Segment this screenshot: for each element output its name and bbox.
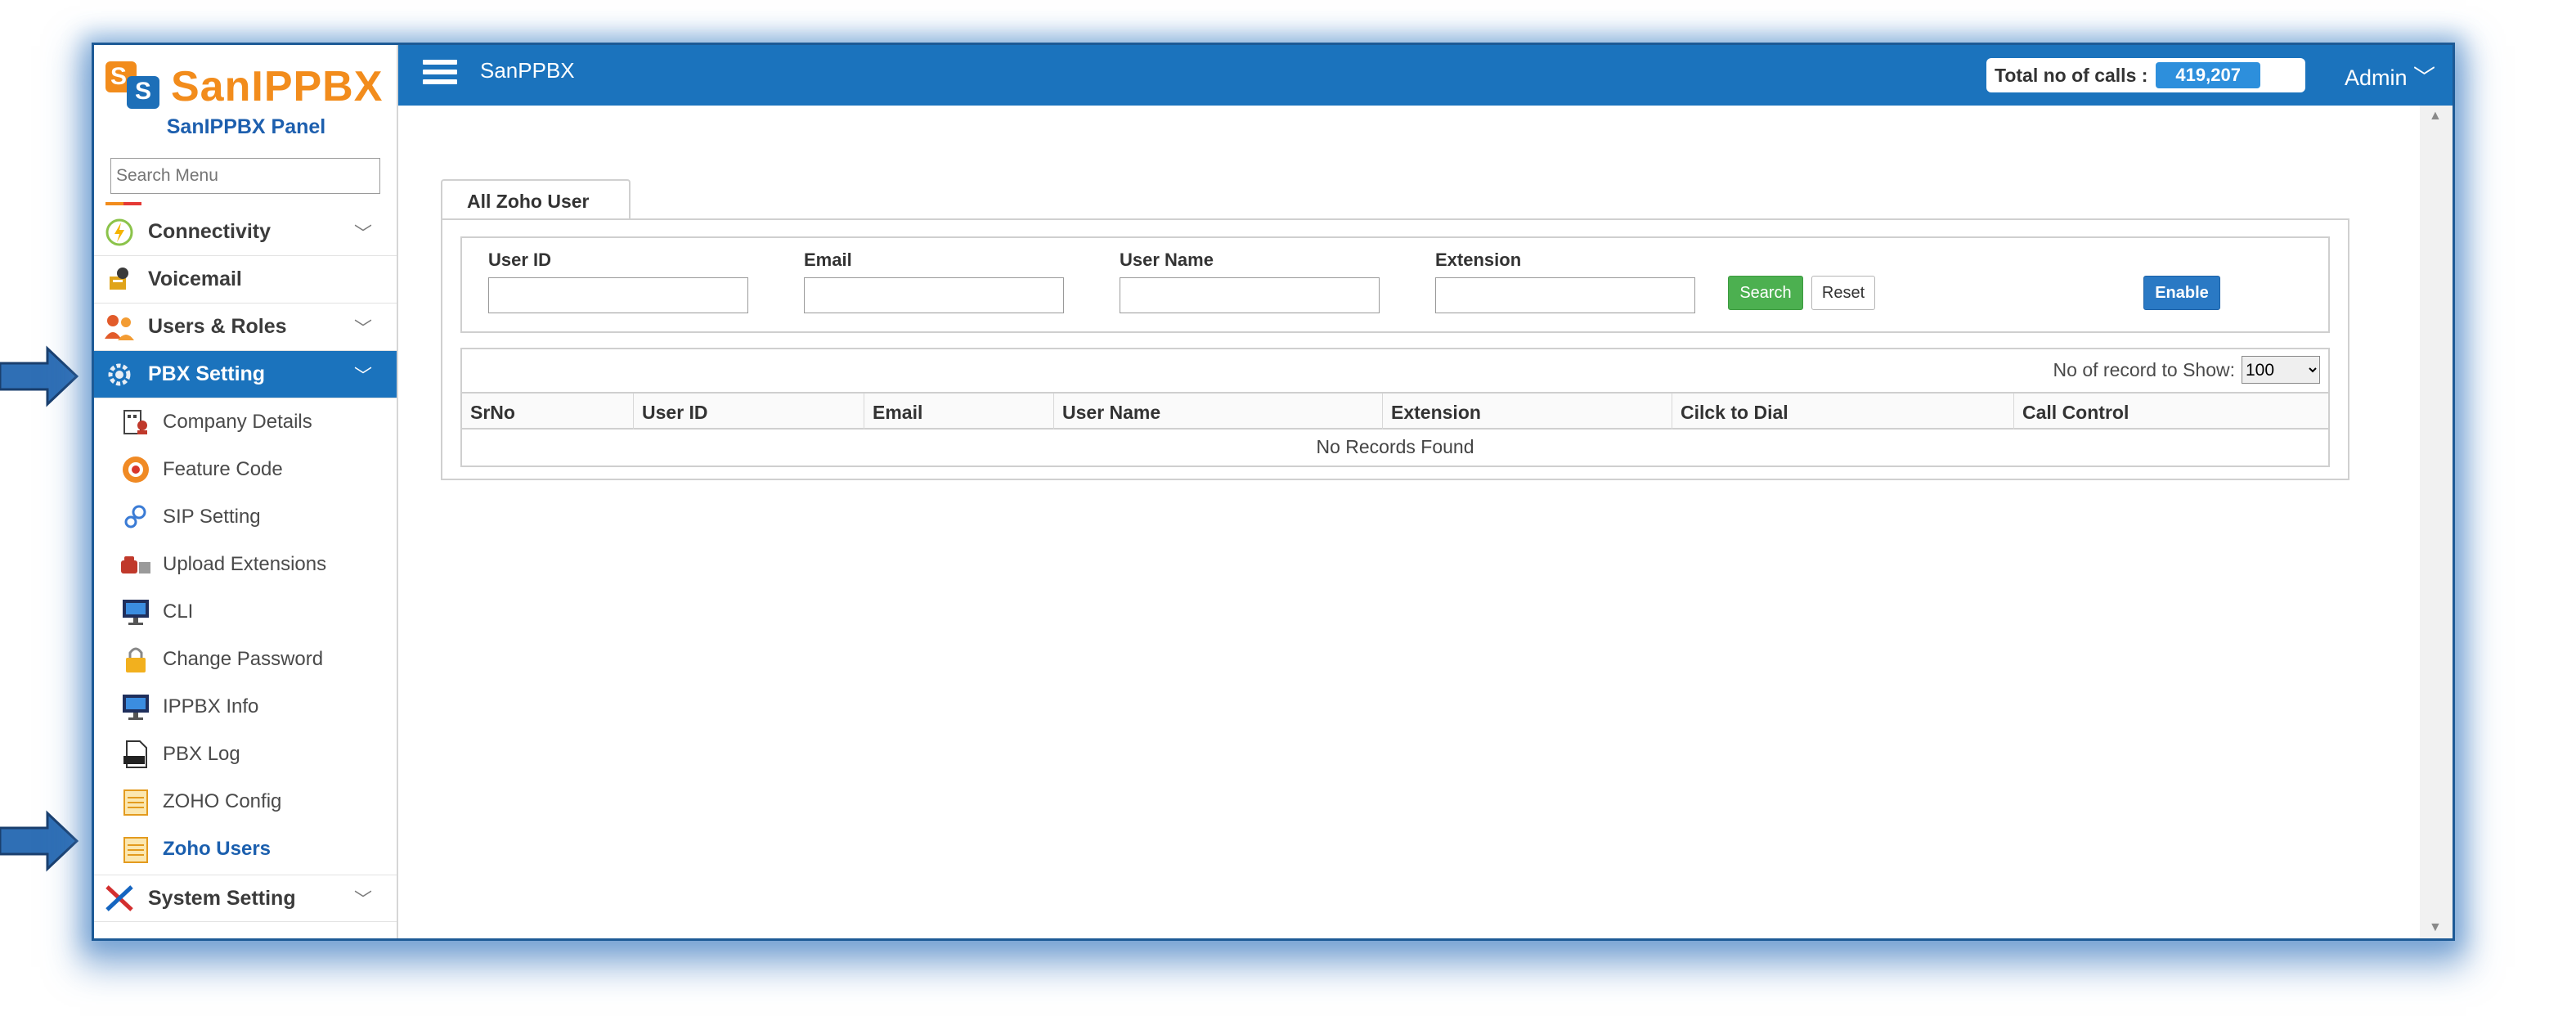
sidebar-item-connectivity[interactable]: Connectivity ﹀ (94, 209, 397, 256)
logo[interactable]: SS SanIPPBX (105, 56, 383, 117)
main-content: All Zoho User User ID Email User Name Ex… (398, 106, 2423, 938)
records-per-page: No of record to Show: 100 (2053, 356, 2320, 384)
top-bar: SanPPBX Total no of calls : 419,207 Admi… (398, 45, 2453, 106)
sidebar-item-label: Users & Roles (148, 315, 287, 338)
sidebar-subitem-sip-setting[interactable]: SIP Setting (94, 493, 397, 541)
search-menu-input[interactable] (110, 158, 380, 194)
sidebar-subitem-label: ZOHO Config (163, 790, 282, 812)
table-header: SrNo User ID Email User Name Extension C… (462, 392, 2328, 430)
company-icon (119, 406, 153, 439)
sidebar-subitem-company-details[interactable]: Company Details (94, 398, 397, 446)
annotation-arrow-icon (0, 345, 79, 407)
notepad-icon (119, 785, 153, 818)
chevron-down-icon: ﹀ (353, 365, 372, 386)
total-calls-label: Total no of calls : (1995, 64, 2148, 86)
chevron-down-icon: ﹀ (353, 223, 372, 244)
column-header[interactable]: User Name (1054, 394, 1383, 430)
sidebar-item-voicemail[interactable]: Voicemail (94, 256, 397, 304)
scroll-up-icon[interactable]: ▲ (2429, 109, 2442, 124)
email-input[interactable] (804, 277, 1064, 313)
notepad-icon (119, 833, 153, 866)
sidebar-item-label: System Setting (148, 886, 296, 910)
user-name-input[interactable] (1120, 277, 1380, 313)
sidebar-subitem-upload-extensions[interactable]: Upload Extensions (94, 541, 397, 588)
app-title: SanPPBX (480, 58, 575, 83)
user-name-label: User Name (1120, 250, 1214, 270)
annotation-arrow-icon (0, 810, 79, 872)
sidebar-subitem-zoho-users[interactable]: Zoho Users (94, 825, 397, 873)
logo-text: SanIPPBX (171, 63, 384, 110)
search-button[interactable]: Search (1728, 276, 1803, 310)
connectivity-icon (102, 215, 137, 250)
gear-icon (102, 358, 137, 392)
column-header[interactable]: Cilck to Dial (1672, 394, 2014, 430)
sidebar-item-system-setting[interactable]: System Setting ﹀ (94, 875, 397, 922)
users-icon (102, 310, 137, 344)
sidebar-subitem-label: Feature Code (163, 458, 283, 480)
sidebar-subitem-ippbx-info[interactable]: IPPBX Info (94, 683, 397, 731)
sip-settings-icon (119, 501, 153, 533)
user-id-label: User ID (488, 250, 552, 270)
vertical-scrollbar[interactable]: ▲ ▼ (2420, 106, 2453, 938)
column-header[interactable]: Call Control (2014, 394, 2330, 430)
sidebar-subitem-label: Company Details (163, 411, 312, 433)
sidebar-subitem-label: Upload Extensions (163, 553, 327, 575)
total-calls-widget: Total no of calls : 419,207 (1986, 58, 2305, 92)
chevron-down-icon: ﹀ (353, 889, 372, 910)
feature-code-icon (119, 453, 153, 486)
chevron-down-icon: ﹀ (353, 317, 372, 339)
sidebar-subitem-label: SIP Setting (163, 506, 261, 528)
empty-state-message: No Records Found (1316, 436, 1474, 457)
sidebar-subitem-pbx-log[interactable]: PBX Log (94, 731, 397, 778)
voicemail-icon (102, 263, 137, 297)
sidebar-item-label: PBX Setting (148, 362, 266, 385)
hamburger-menu-icon[interactable] (423, 60, 457, 88)
records-select[interactable]: 100 (2242, 356, 2320, 384)
lock-icon (119, 643, 153, 676)
sidebar-item-label: Connectivity (148, 220, 272, 243)
sidebar-subitem-label: Change Password (163, 648, 324, 670)
monitor-icon (119, 690, 153, 723)
column-header[interactable]: Email (864, 394, 1054, 430)
sidebar: SS SanIPPBX SanIPPBX Panel Connectivity … (94, 45, 398, 938)
logo-icon: SS (105, 61, 164, 112)
sidebar-item-label: Voicemail (148, 268, 242, 290)
column-header[interactable]: SrNo (462, 394, 634, 430)
screenshot-canvas: SS SanIPPBX SanIPPBX Panel Connectivity … (0, 0, 2576, 1030)
tools-icon (102, 881, 137, 915)
sidebar-subitem-label: Zoho Users (163, 838, 272, 860)
sidebar-subitem-zoho-config[interactable]: ZOHO Config (94, 778, 397, 825)
sidebar-subitem-label: PBX Log (163, 743, 240, 765)
sidebar-item-pbx-setting[interactable]: PBX Setting ﹀ (94, 351, 397, 398)
log-file-icon (119, 738, 153, 771)
users-table: No of record to Show: 100 SrNo User ID E… (460, 348, 2330, 467)
upload-icon (119, 548, 153, 581)
column-header[interactable]: Extension (1383, 394, 1672, 430)
records-label: No of record to Show: (2053, 358, 2235, 380)
extension-input[interactable] (1435, 277, 1695, 313)
sidebar-subitem-feature-code[interactable]: Feature Code (94, 446, 397, 493)
monitor-icon (119, 596, 153, 628)
sidebar-subitem-change-password[interactable]: Change Password (94, 636, 397, 683)
user-name: Admin (2345, 65, 2408, 90)
sidebar-item-users-roles[interactable]: Users & Roles ﹀ (94, 304, 397, 351)
total-calls-badge: 419,207 (2156, 62, 2260, 88)
scroll-down-icon[interactable]: ▼ (2429, 920, 2442, 935)
tab-all-zoho-user[interactable]: All Zoho User (441, 179, 631, 220)
panel-title: SanIPPBX Panel (166, 115, 326, 138)
app-window: SS SanIPPBX SanIPPBX Panel Connectivity … (92, 43, 2455, 941)
enable-button[interactable]: Enable (2143, 276, 2220, 310)
reset-button[interactable]: Reset (1811, 276, 1875, 310)
sidebar-subitem-label: CLI (163, 600, 194, 623)
search-underline (105, 202, 141, 205)
extension-label: Extension (1435, 250, 1522, 270)
chevron-down-icon: ﹀ (2413, 65, 2436, 90)
filter-panel: User ID Email User Name Extension Search… (460, 236, 2330, 333)
user-id-input[interactable] (488, 277, 748, 313)
sidebar-subitem-label: IPPBX Info (163, 695, 259, 717)
user-menu[interactable]: Admin ﹀ (2345, 60, 2435, 92)
column-header[interactable]: User ID (634, 394, 864, 430)
sidebar-subitem-cli[interactable]: CLI (94, 588, 397, 636)
email-label: Email (804, 250, 852, 270)
